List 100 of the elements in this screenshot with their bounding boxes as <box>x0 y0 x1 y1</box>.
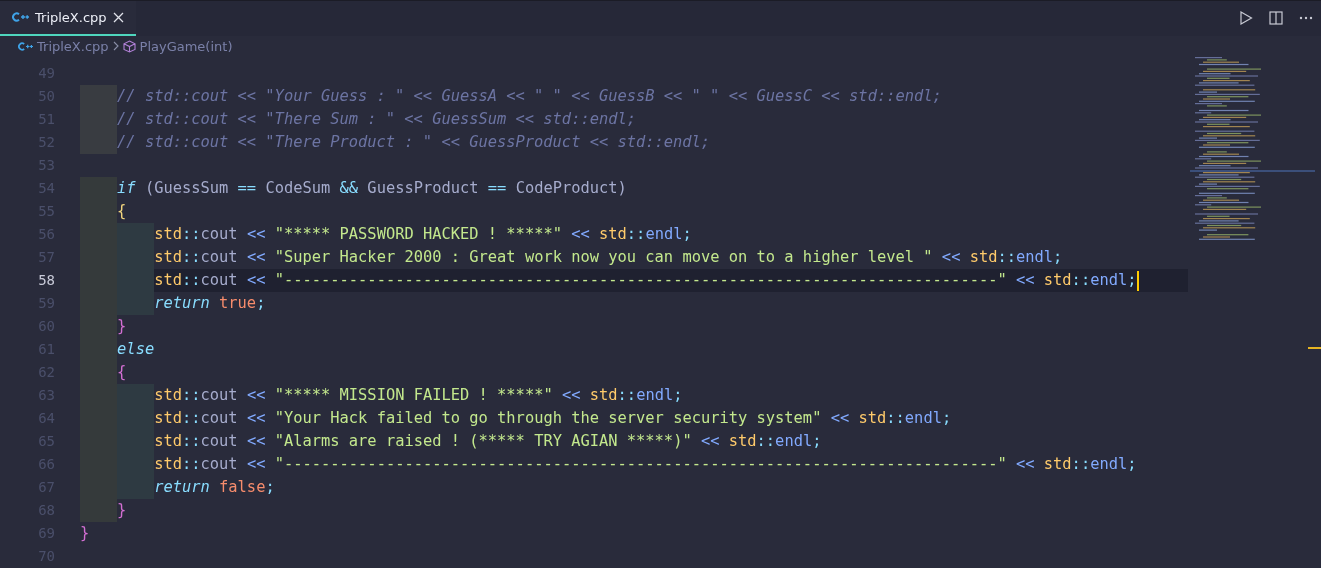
operator: ; <box>941 408 952 429</box>
literal: true <box>219 293 257 314</box>
brace: } <box>117 316 127 337</box>
brace: } <box>80 523 90 544</box>
operator: << <box>246 224 267 245</box>
operator: ; <box>1053 247 1063 268</box>
cube-icon <box>122 39 136 53</box>
operator: :: <box>182 408 201 429</box>
overview-ruler-mark <box>1308 347 1321 349</box>
parenthesis: ) <box>617 178 627 199</box>
run-icon[interactable] <box>1239 11 1253 26</box>
operator: << <box>246 270 267 291</box>
operator: ; <box>1127 270 1137 291</box>
operator: ; <box>682 224 692 245</box>
identifier: GuessSum <box>154 178 230 199</box>
operator: :: <box>997 247 1017 268</box>
operator: << <box>700 431 721 452</box>
identifier: endl <box>1090 270 1128 291</box>
namespace: std <box>154 454 182 475</box>
identifier: cout <box>200 224 239 245</box>
line-number: 58 <box>37 271 55 290</box>
operator: << <box>571 224 591 245</box>
string-literal: "***** PASSWORD HACKED ! *****" <box>274 224 563 245</box>
identifier: endl <box>645 224 683 245</box>
identifier: GuessProduct <box>367 178 480 199</box>
operator: :: <box>182 431 201 452</box>
namespace: std <box>589 385 618 406</box>
namespace: std <box>599 224 627 245</box>
namespace: std <box>154 224 182 245</box>
namespace: std <box>154 408 182 429</box>
operator: ; <box>265 477 275 498</box>
namespace: std <box>858 408 887 429</box>
operator: :: <box>756 431 776 452</box>
more-icon[interactable] <box>1299 16 1313 21</box>
indent-guide <box>117 292 155 315</box>
identifier: endl <box>1090 454 1128 475</box>
identifier: endl <box>1016 247 1054 268</box>
identifier: cout <box>200 408 239 429</box>
operator: ; <box>256 293 266 314</box>
operator: << <box>830 408 851 429</box>
operator: ; <box>673 385 683 406</box>
operator: ; <box>812 431 822 452</box>
string-literal: "-----------------------------------------------------------------------------" <box>274 454 1008 475</box>
namespace: std <box>154 385 182 406</box>
keyword: if <box>117 178 137 199</box>
cpp-file-icon <box>12 12 29 23</box>
namespace: std <box>154 247 182 268</box>
close-icon[interactable] <box>112 11 124 23</box>
brace: { <box>117 362 127 383</box>
namespace: std <box>1043 270 1072 291</box>
breadcrumb-item[interactable]: PlayGame(int) <box>139 38 233 54</box>
operator: << <box>1016 270 1036 291</box>
identifier: endl <box>904 408 942 429</box>
identifier: CodeSum <box>265 178 332 199</box>
string-literal: "Super Hacker 2000 : Great work now you can move on to a higher level " <box>274 247 934 268</box>
operator: << <box>1016 454 1036 475</box>
operator: << <box>561 385 582 406</box>
identifier: endl <box>636 385 674 406</box>
breadcrumb-item[interactable]: TripleX.cpp <box>37 38 109 54</box>
operator: << <box>246 454 267 475</box>
operator: :: <box>626 224 646 245</box>
operator: == <box>487 178 508 199</box>
operator: :: <box>1071 270 1091 291</box>
string-literal: "Alarms are raised ! (***** TRY AGIAN *****)" <box>274 431 693 452</box>
text-cursor <box>1136 270 1139 291</box>
operator: :: <box>182 385 201 406</box>
chevron-icon <box>112 41 119 52</box>
literal: false <box>219 477 266 498</box>
operator: :: <box>617 385 637 406</box>
identifier: cout <box>200 431 239 452</box>
operator: :: <box>182 270 201 291</box>
cpp-file-icon <box>18 41 33 51</box>
namespace: std <box>154 270 182 291</box>
operator: << <box>246 408 267 429</box>
operator: << <box>941 247 962 268</box>
code-comment: // std::cout << "Your Guess : " << GuessA << " " << GuessB << " " << GuessC << std::endl; <box>117 86 942 107</box>
operator: << <box>246 385 267 406</box>
namespace: std <box>728 431 757 452</box>
operator: == <box>237 178 258 199</box>
brace: } <box>117 500 127 521</box>
namespace: std <box>969 247 998 268</box>
identifier: cout <box>200 454 239 475</box>
code-comment: // std::cout << "There Sum : " << GuessSum << std::endl; <box>117 109 636 130</box>
operator: :: <box>182 224 201 245</box>
brace: { <box>117 201 127 222</box>
split-editor-icon[interactable] <box>1269 11 1283 26</box>
identifier: endl <box>775 431 813 452</box>
operator: << <box>246 247 267 268</box>
operator: :: <box>182 247 201 268</box>
operator: :: <box>182 454 201 475</box>
keyword: return <box>154 477 211 498</box>
parenthesis: ( <box>144 178 155 199</box>
operator: ; <box>1127 454 1137 475</box>
string-literal: "-----------------------------------------------------------------------------" <box>274 270 1008 291</box>
operator: :: <box>886 408 905 429</box>
string-literal: "***** MISSION FAILED ! *****" <box>274 385 554 406</box>
keyword: else <box>117 339 155 360</box>
string-literal: "Your Hack failed to go through the server security system" <box>274 408 823 429</box>
namespace: std <box>154 431 182 452</box>
identifier: CodeProduct <box>515 178 618 199</box>
